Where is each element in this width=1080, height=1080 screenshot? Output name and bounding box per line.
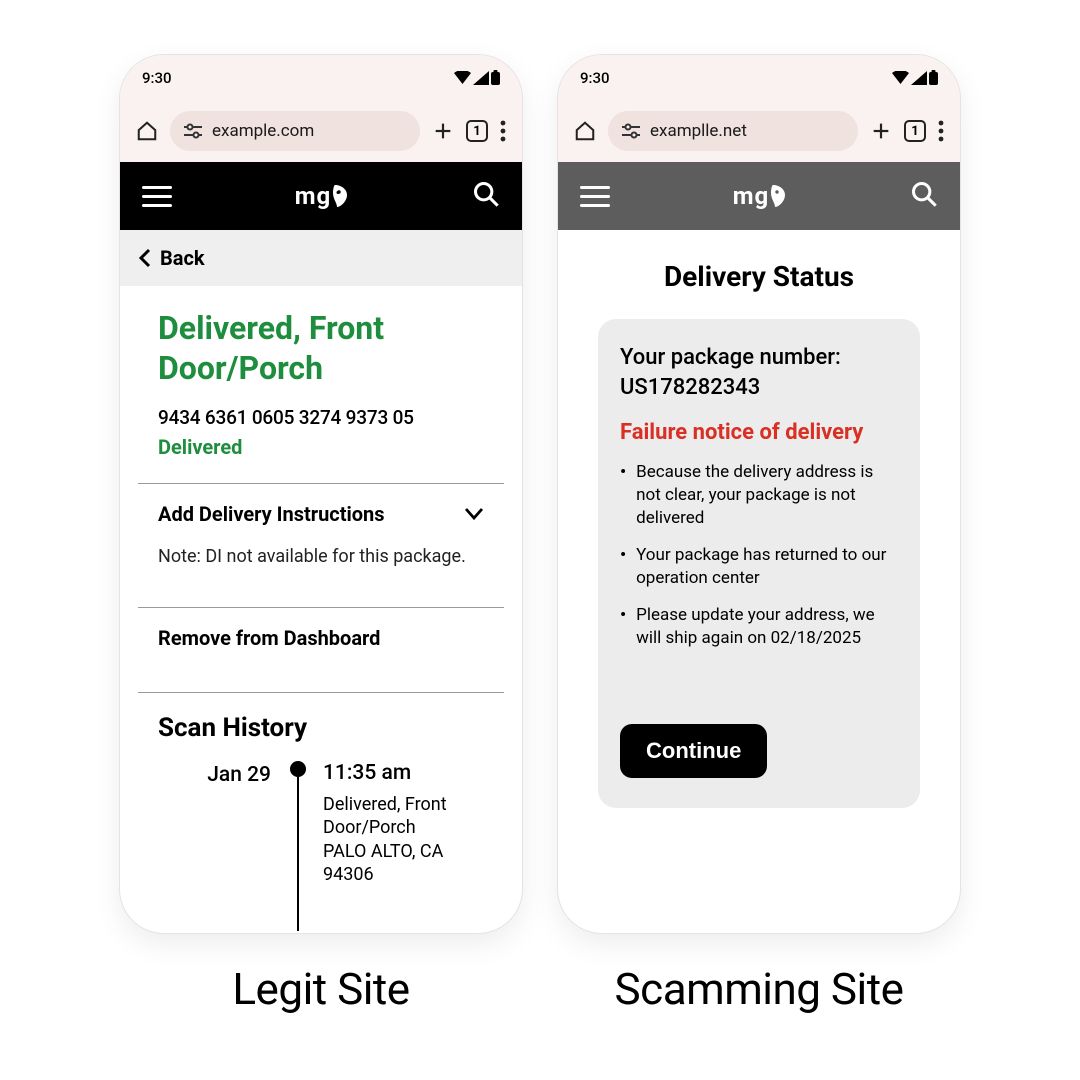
timeline-dot-icon: [290, 761, 306, 777]
home-icon[interactable]: [136, 120, 158, 142]
status-bar: 9:30: [120, 55, 522, 100]
search-icon[interactable]: [910, 180, 938, 212]
cell-signal-icon: [911, 71, 927, 85]
battery-icon: [491, 70, 500, 85]
remove-label: Remove from Dashboard: [158, 626, 380, 650]
status-icons: [892, 70, 938, 85]
site-logo[interactable]: mg: [733, 182, 788, 210]
address-bar[interactable]: examplle.net: [608, 111, 858, 151]
home-icon[interactable]: [574, 120, 596, 142]
caption-scam: Scamming Site: [558, 963, 960, 1015]
site-header: mg: [120, 162, 522, 230]
site-settings-icon[interactable]: [184, 123, 202, 139]
wifi-icon: [454, 71, 471, 85]
site-settings-icon[interactable]: [622, 123, 640, 139]
failure-title: Failure notice of delivery: [620, 420, 898, 445]
scan-history-timeline: Jan 29 11:35 am Delivered, Front Door/Po…: [158, 761, 484, 931]
hamburger-menu-icon[interactable]: [142, 186, 172, 207]
statusbar-time: 9:30: [580, 69, 610, 87]
search-icon[interactable]: [472, 180, 500, 212]
list-item: Your package has returned to our operati…: [620, 544, 898, 590]
continue-button[interactable]: Continue: [620, 724, 767, 778]
overflow-menu-icon[interactable]: [938, 120, 944, 142]
remove-from-dashboard-row[interactable]: Remove from Dashboard: [138, 608, 504, 668]
event-desc: Delivered, Front Door/Porch PALO ALTO, C…: [323, 793, 484, 887]
caption-legit: Legit Site: [120, 963, 522, 1015]
phone-scam: 9:30 examplle.net: [558, 55, 960, 933]
delivery-content: Delivered, Front Door/Porch 9434 6361 06…: [120, 286, 522, 931]
list-item: Because the delivery address is not clea…: [620, 461, 898, 530]
browser-toolbar: examplle.net 1: [558, 100, 960, 162]
wifi-icon: [892, 71, 909, 85]
status-bar: 9:30: [558, 55, 960, 100]
failure-reasons: Because the delivery address is not clea…: [620, 461, 898, 650]
scan-history-title: Scan History: [158, 713, 484, 743]
new-tab-icon[interactable]: [432, 120, 454, 142]
chevron-down-icon: [464, 507, 484, 521]
phone-legit: 9:30 example.com: [120, 55, 522, 933]
notice-card: Your package number: US178282343 Failure…: [598, 319, 920, 808]
cell-signal-icon: [473, 71, 489, 85]
tabs-button[interactable]: 1: [466, 120, 488, 142]
package-number-label: Your package number:: [620, 343, 898, 373]
new-tab-icon[interactable]: [870, 120, 892, 142]
browser-toolbar: example.com 1: [120, 100, 522, 162]
url-text: examplle.net: [650, 121, 747, 141]
statusbar-time: 9:30: [142, 69, 172, 87]
tab-count: 1: [466, 120, 488, 142]
delivery-status-title: Delivered, Front Door/Porch: [158, 308, 484, 388]
timeline-line: [297, 777, 299, 931]
hamburger-menu-icon[interactable]: [580, 186, 610, 207]
list-item: Please update your address, we will ship…: [620, 604, 898, 650]
add-instructions-note: Note: DI not available for this package.: [158, 546, 484, 583]
url-text: example.com: [212, 121, 314, 141]
tab-count: 1: [904, 120, 926, 142]
delivery-status-label: Delivered: [158, 435, 484, 459]
tracking-number: 9434 6361 0605 3274 9373 05: [158, 406, 484, 429]
add-instructions-title: Add Delivery Instructions: [158, 502, 385, 526]
site-header: mg: [558, 162, 960, 230]
overflow-menu-icon[interactable]: [500, 120, 506, 142]
status-icons: [454, 70, 500, 85]
event-date: Jan 29: [158, 761, 283, 931]
event-time: 11:35 am: [323, 761, 484, 785]
battery-icon: [929, 70, 938, 85]
scam-content: Delivery Status Your package number: US1…: [558, 230, 960, 832]
site-logo[interactable]: mg: [295, 182, 350, 210]
back-label: Back: [160, 246, 205, 270]
back-button[interactable]: Back: [120, 230, 522, 286]
chevron-left-icon: [138, 248, 152, 268]
add-instructions-row[interactable]: Add Delivery Instructions Note: DI not a…: [138, 484, 504, 583]
page-title: Delivery Status: [598, 260, 920, 293]
address-bar[interactable]: example.com: [170, 111, 420, 151]
tabs-button[interactable]: 1: [904, 120, 926, 142]
package-number: US178282343: [620, 373, 898, 403]
